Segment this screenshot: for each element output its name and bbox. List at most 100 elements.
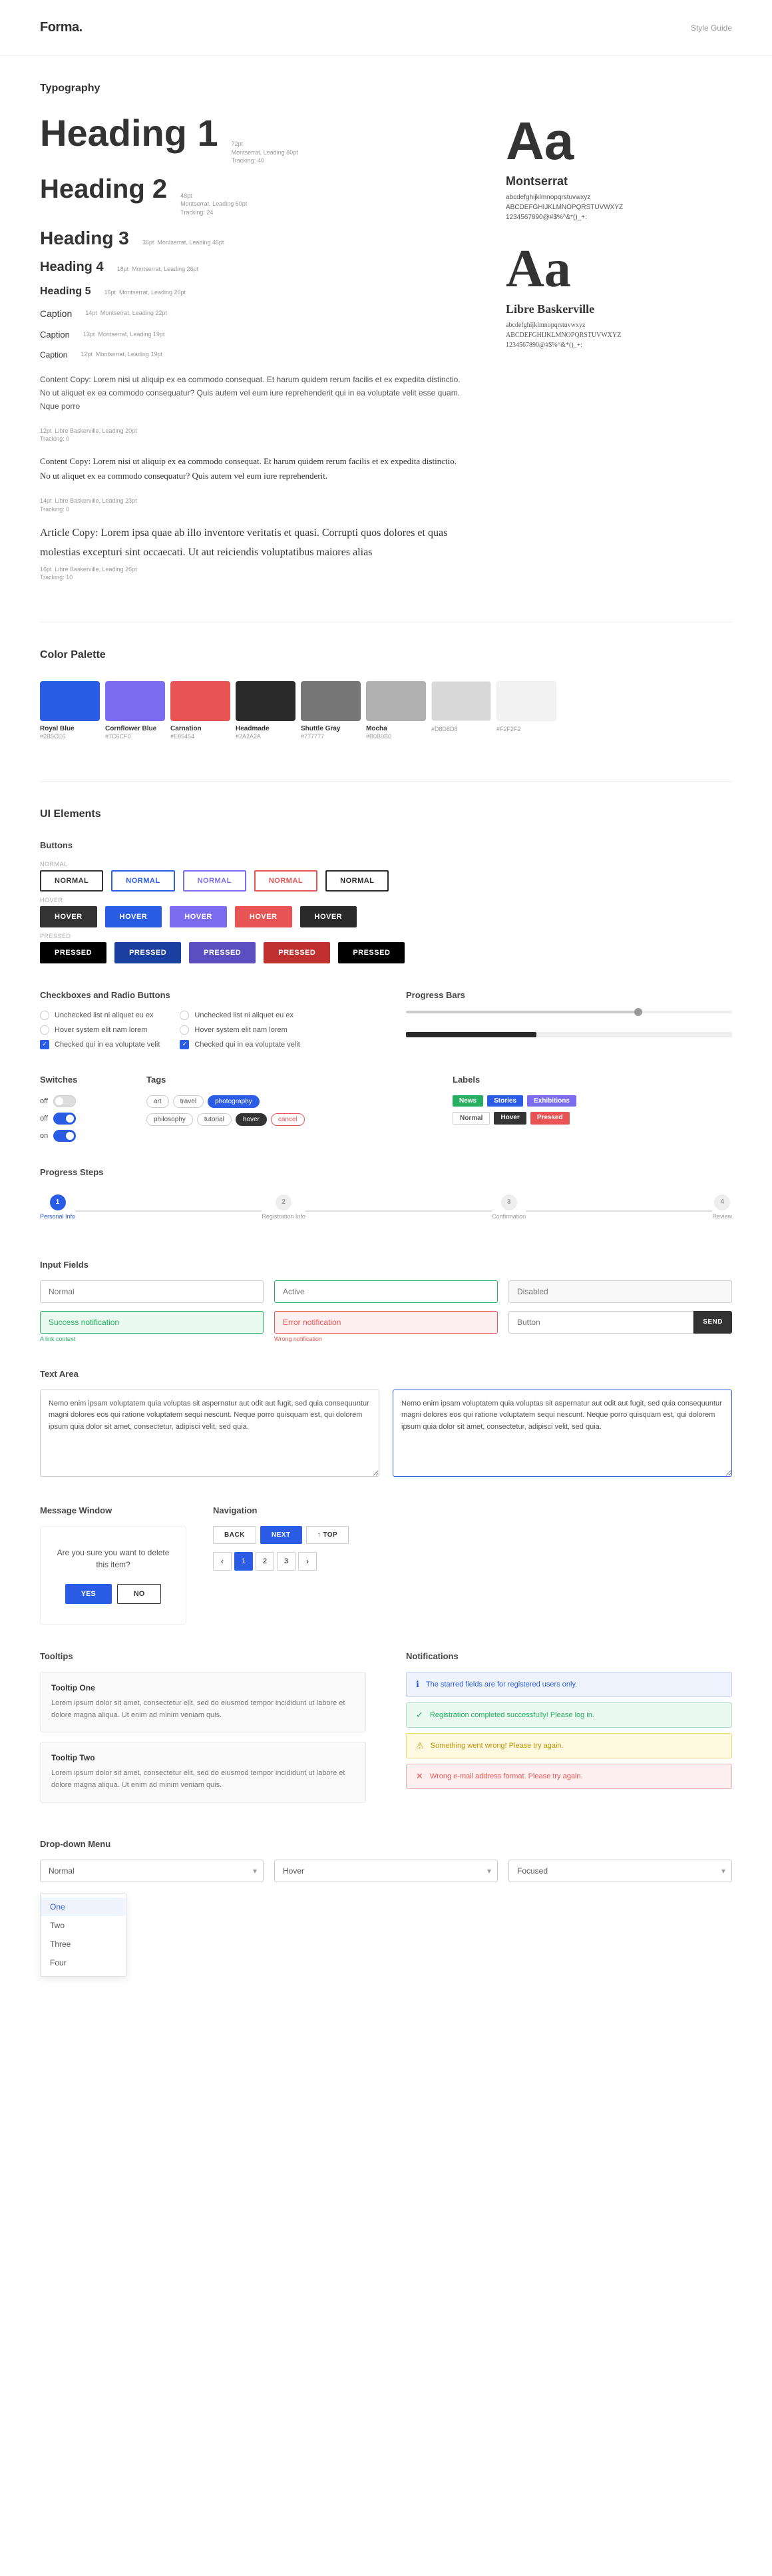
page-prev[interactable]: ‹ — [213, 1552, 232, 1571]
dropdown-item-four[interactable]: Four — [41, 1953, 126, 1972]
heading-4-demo: Heading 4 — [40, 260, 104, 275]
dropdown-item-two[interactable]: Two — [41, 1916, 126, 1935]
notification-info: ℹ The starred fields are for registered … — [406, 1672, 732, 1697]
input-success[interactable] — [40, 1311, 264, 1334]
step-circle-2[interactable]: 2 — [276, 1194, 291, 1210]
btn-hover-3[interactable]: HOVER — [170, 906, 227, 927]
switch-3[interactable] — [53, 1130, 76, 1142]
dropdown-item-one[interactable]: One — [41, 1898, 126, 1916]
next-button[interactable]: NEXT — [260, 1526, 302, 1544]
dropdown-hover[interactable]: Hover — [274, 1860, 498, 1882]
tag-hover[interactable]: hover — [236, 1113, 267, 1126]
page-3[interactable]: 3 — [277, 1552, 295, 1571]
dropdown-item-three[interactable]: Three — [41, 1935, 126, 1953]
btn-normal-5[interactable]: NORMAL — [325, 870, 389, 892]
label-pressed: Pressed — [530, 1112, 570, 1125]
textarea-2[interactable]: Nemo enim ipsam voluptatem quia voluptas… — [393, 1390, 732, 1477]
divider-1 — [40, 622, 732, 623]
switch-off-label: off — [40, 1097, 48, 1105]
tooltip-1-title: Tooltip One — [51, 1683, 355, 1692]
btn-hover-4[interactable]: HOVER — [235, 906, 292, 927]
input-error[interactable] — [274, 1311, 498, 1334]
checkbox-group-2: Unchecked list ni aliquet eu ex Hover sy… — [180, 1011, 299, 1055]
page-1[interactable]: 1 — [234, 1552, 253, 1571]
step-label-3: Confirmation — [492, 1213, 526, 1220]
radio-2[interactable] — [40, 1025, 49, 1035]
step-circle-1[interactable]: 1 — [50, 1194, 66, 1210]
btn-pressed-4[interactable]: PRESSED — [264, 942, 330, 963]
btn-hover-2[interactable]: HOVER — [105, 906, 162, 927]
page-2[interactable]: 2 — [256, 1552, 274, 1571]
no-button[interactable]: NO — [117, 1584, 162, 1604]
tag-tutorial[interactable]: tutorial — [197, 1113, 232, 1126]
tag-art[interactable]: art — [146, 1095, 169, 1108]
input-normal[interactable] — [40, 1280, 264, 1303]
radio-item-4: Hover system elit nam lorem — [180, 1025, 299, 1035]
btn-hover-1[interactable]: HOVER — [40, 906, 97, 927]
heading-3-row: Heading 3 36pt Montserrat, Leading 46pt — [40, 228, 466, 249]
btn-pressed-5[interactable]: PRESSED — [338, 942, 405, 963]
step-circle-4[interactable]: 4 — [714, 1194, 730, 1210]
switch-row-1: off — [40, 1095, 120, 1107]
tag-travel[interactable]: travel — [173, 1095, 204, 1108]
swatch-name-carnation: Carnation — [170, 725, 202, 732]
input-btn-field[interactable] — [508, 1311, 693, 1334]
btn-normal-4[interactable]: NORMAL — [254, 870, 317, 892]
pressed-state-label: PRESSED — [40, 933, 732, 939]
style-guide-label: Style Guide — [691, 23, 732, 33]
radio-1[interactable] — [40, 1011, 49, 1020]
btn-normal-3[interactable]: NORMAL — [183, 870, 246, 892]
body-copy-1: Content Copy: Lorem nisi ut aliquip ex e… — [40, 373, 466, 413]
tag-cancel[interactable]: cancel — [271, 1113, 305, 1126]
tag-photography[interactable]: photography — [208, 1095, 260, 1108]
progress-thumb-1[interactable] — [634, 1008, 642, 1016]
swatch-box-headmade — [236, 681, 295, 721]
switch-2[interactable] — [53, 1113, 76, 1125]
btn-normal-1[interactable]: NORMAL — [40, 870, 103, 892]
checkbox-2[interactable]: ✓ — [180, 1040, 189, 1049]
btn-hover-5[interactable]: HOVER — [300, 906, 357, 927]
typography-demo: Heading 1 72pt Montserrat, Leading 80ptT… — [40, 115, 732, 582]
heading-5-demo: Heading 5 — [40, 286, 91, 298]
tag-philosophy[interactable]: philosophy — [146, 1113, 193, 1126]
swatch-cornflower: Cornflower Blue #7C6CF0 — [105, 681, 165, 741]
caption-2-meta: 13pt Montserrat, Leading 19pt — [83, 330, 165, 339]
switch-1[interactable] — [53, 1095, 76, 1107]
radio-3[interactable] — [180, 1011, 189, 1020]
swatch-label-light1: #D8D8D8 — [431, 725, 458, 734]
tooltip-card-1: Tooltip One Lorem ipsum dolor sit amet, … — [40, 1672, 366, 1732]
montserrat-display: Aa — [506, 115, 732, 168]
btn-normal-2[interactable]: NORMAL — [111, 870, 174, 892]
step-circle-3[interactable]: 3 — [501, 1194, 517, 1210]
btn-pressed-2[interactable]: PRESSED — [114, 942, 181, 963]
radio-4-label: Hover system elit nam lorem — [194, 1026, 287, 1034]
input-btn-wrapper: SEND — [508, 1311, 732, 1342]
color-title: Color Palette — [40, 649, 732, 661]
page-next[interactable]: › — [298, 1552, 317, 1571]
textarea-1[interactable]: Nemo enim ipsam voluptatem quia voluptas… — [40, 1390, 379, 1477]
typography-title: Typography — [40, 83, 732, 95]
color-swatches: Royal Blue #2B5CE6 Cornflower Blue #7C6C… — [40, 681, 732, 741]
ui-elements-section: UI Elements Buttons NORMAL NORMAL NORMAL… — [40, 808, 732, 1977]
top-button[interactable]: ↑ TOP — [306, 1526, 349, 1544]
switches-tags-labels-row: Switches off off on — [40, 1075, 732, 1147]
btn-pressed-1[interactable]: PRESSED — [40, 942, 106, 963]
back-button[interactable]: BACK — [213, 1526, 256, 1544]
dropdown-focused[interactable]: Focused — [508, 1860, 732, 1882]
info-icon: ℹ — [416, 1679, 419, 1690]
send-button[interactable]: SEND — [693, 1311, 732, 1334]
heading-1-demo: Heading 1 — [40, 115, 218, 152]
yes-button[interactable]: YES — [65, 1584, 112, 1604]
radio-4[interactable] — [180, 1025, 189, 1035]
switch-thumb-1 — [55, 1097, 63, 1105]
input-fields-section: Input Fields A link context — [40, 1260, 732, 1342]
warning-icon: ⚠ — [416, 1740, 424, 1751]
switch-thumb-2 — [66, 1115, 74, 1123]
notification-error-text: Wrong e-mail address format. Please try … — [430, 1772, 583, 1780]
input-error-wrapper: Wrong notification — [274, 1311, 498, 1342]
baskerville-display: Aa — [506, 242, 732, 296]
dropdown-normal[interactable]: Normal — [40, 1860, 264, 1882]
btn-pressed-3[interactable]: PRESSED — [189, 942, 256, 963]
checkbox-1[interactable]: ✓ — [40, 1040, 49, 1049]
input-active[interactable] — [274, 1280, 498, 1303]
